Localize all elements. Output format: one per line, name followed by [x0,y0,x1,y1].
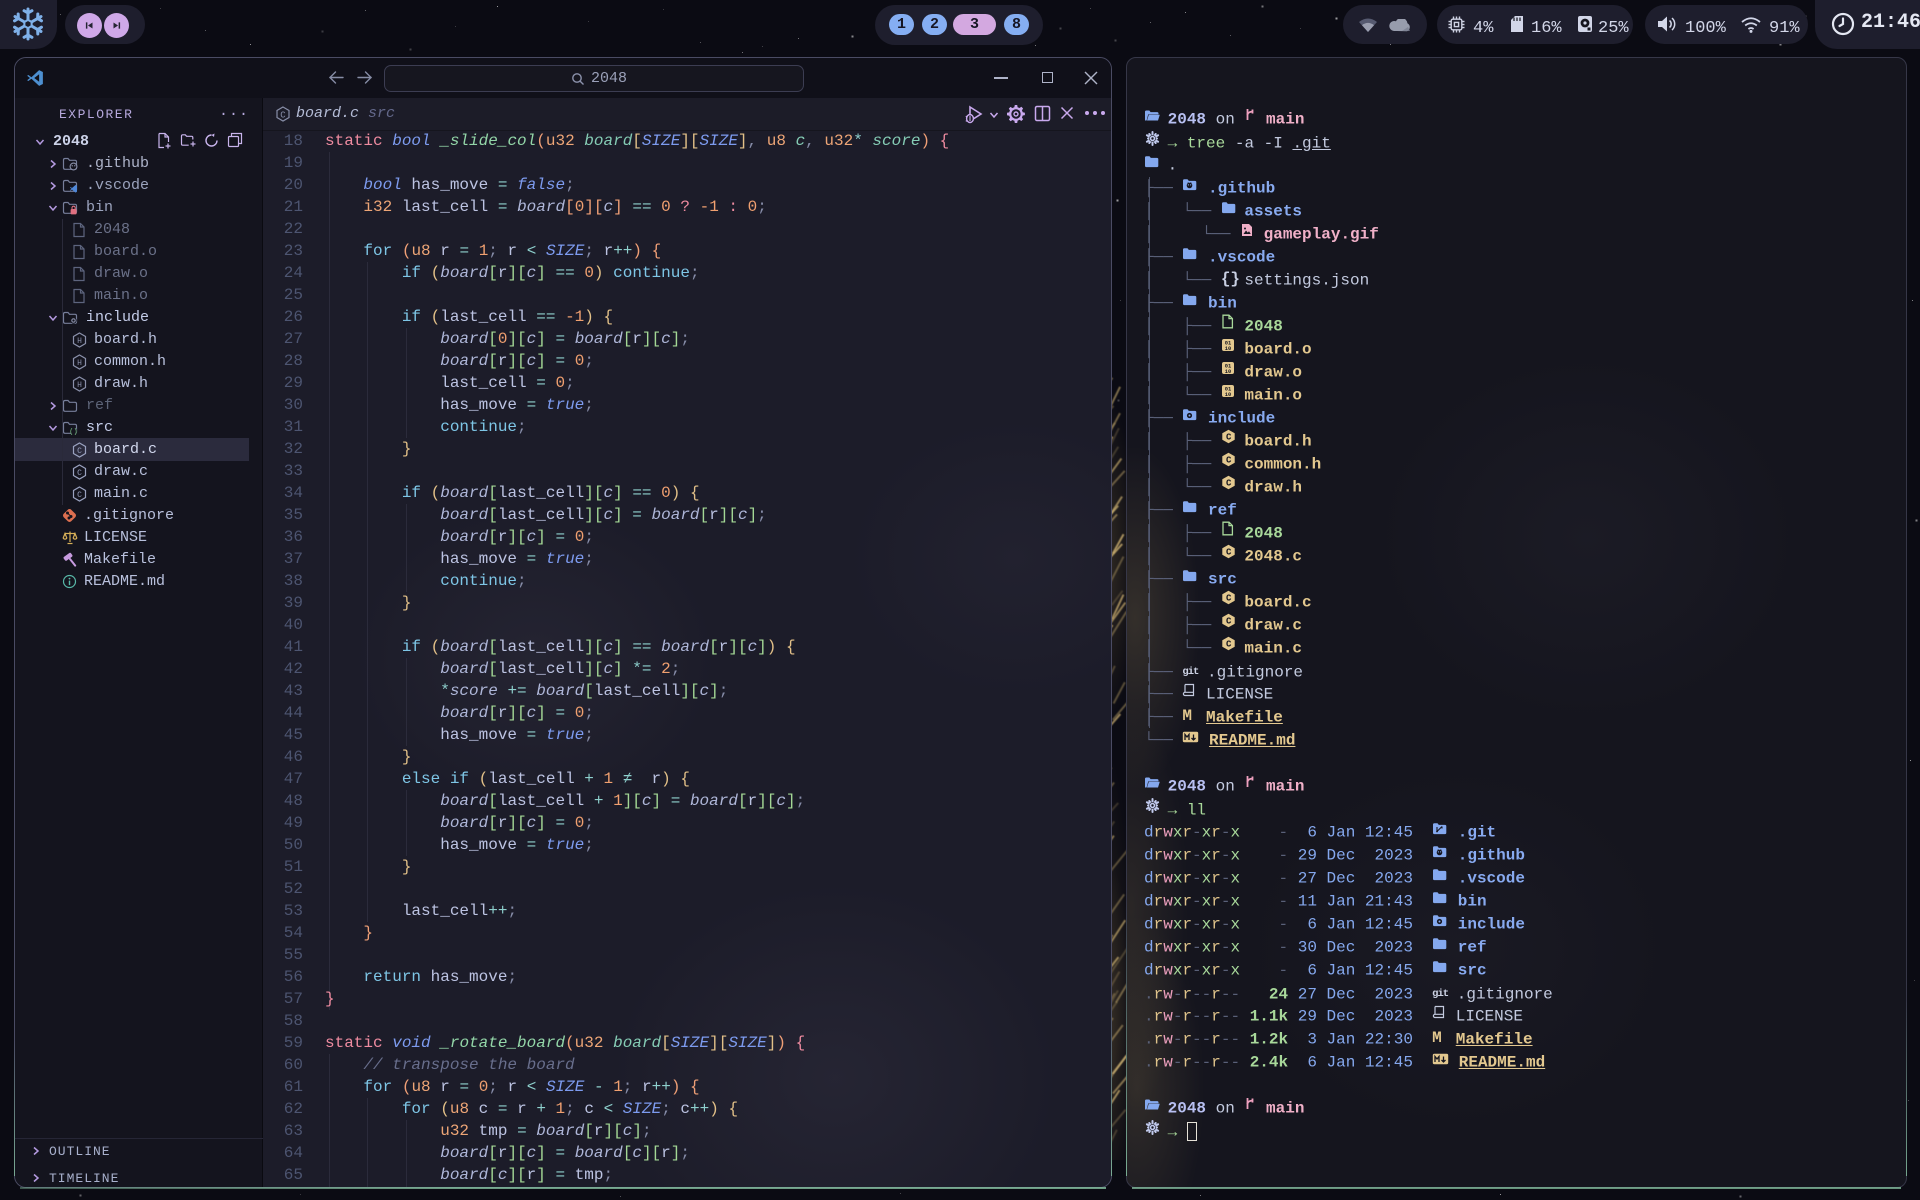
svg-text:10: 10 [1225,369,1231,375]
svg-text:C: C [1226,548,1232,558]
svg-text:C: C [280,110,286,120]
svg-text:H: H [77,337,82,346]
svg-text:C: C [77,491,82,500]
svg-text:(): () [69,429,77,436]
svg-text:C: C [1226,617,1232,627]
svg-text:C: C [77,469,82,478]
svg-text:C: C [1226,594,1232,604]
svg-text:C: C [1226,456,1232,466]
svg-text:C: C [1226,433,1232,443]
svg-text:C: C [1226,479,1232,489]
svg-text:C: C [77,447,82,456]
svg-text:H: H [77,359,82,368]
svg-text:10: 10 [1225,392,1231,398]
svg-text:H: H [77,381,82,390]
svg-text:10: 10 [1225,346,1231,352]
svg-text:C: C [1226,640,1232,650]
